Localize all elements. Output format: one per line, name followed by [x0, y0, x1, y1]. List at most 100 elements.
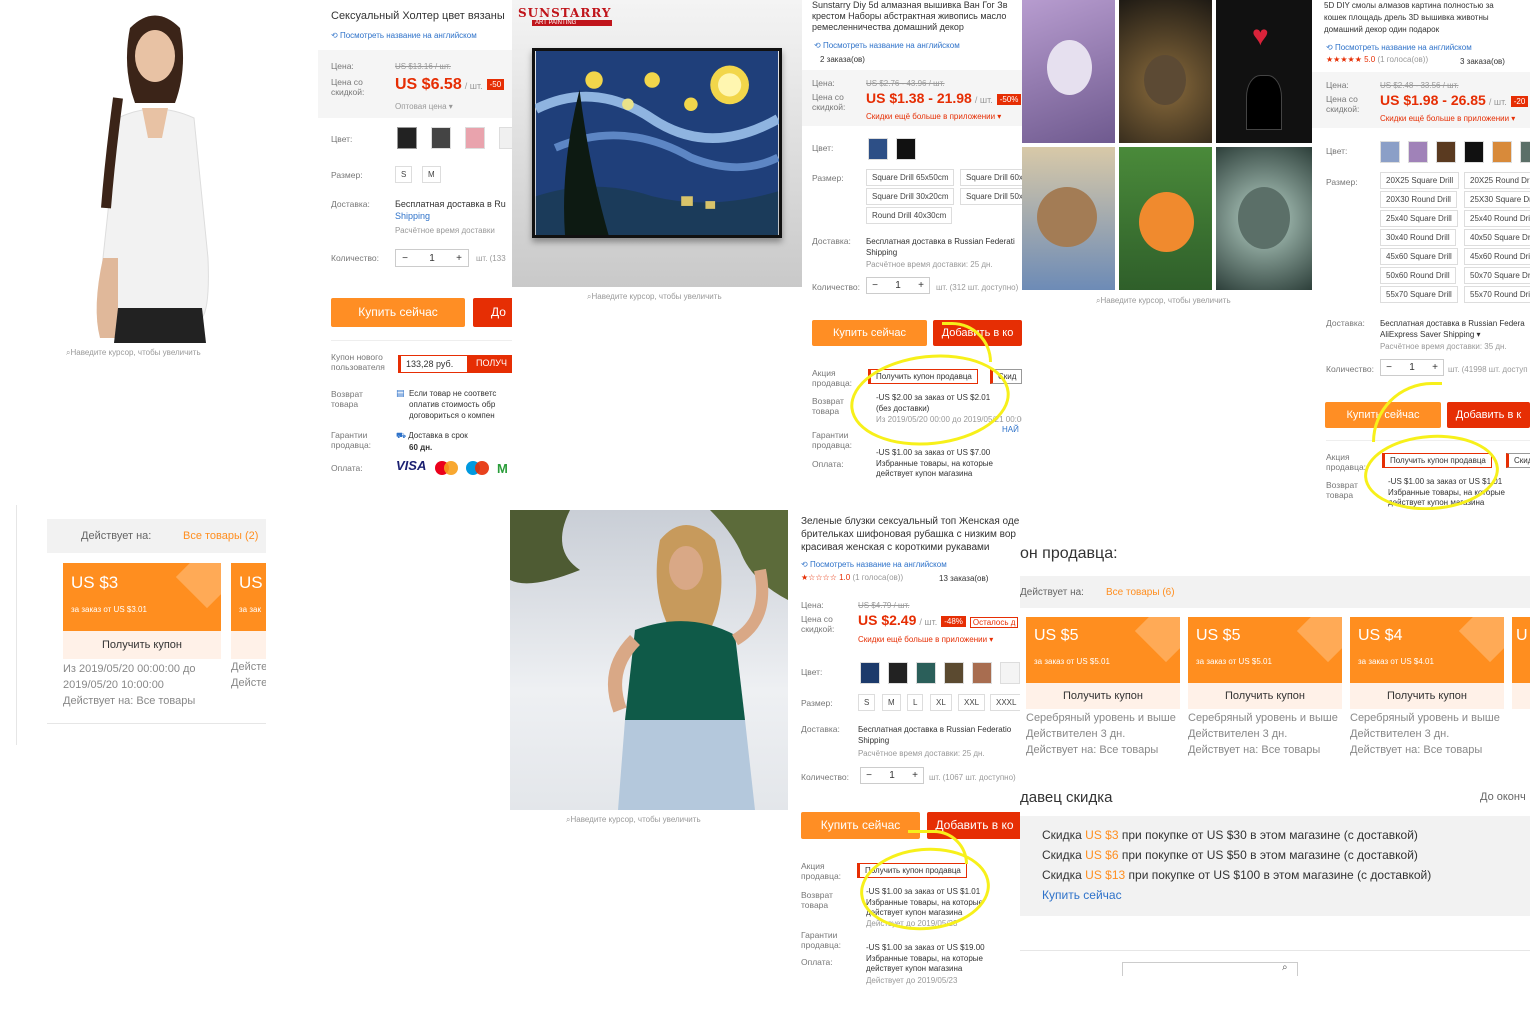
- cat-thumb-4[interactable]: [1022, 147, 1115, 290]
- quantity-stepper[interactable]: − 1 +: [860, 767, 924, 784]
- cat-thumb-6[interactable]: [1216, 147, 1312, 290]
- delivery-method[interactable]: Shipping: [858, 735, 889, 746]
- size-option-1[interactable]: Square Drill 65x50cm: [866, 169, 955, 186]
- color-swatch-dark[interactable]: [896, 138, 916, 160]
- buy-now-button[interactable]: Купить сейчас: [812, 320, 927, 346]
- applies-value-link[interactable]: Все товары (6): [1106, 587, 1175, 598]
- size-option-xxxl[interactable]: XXXL: [990, 694, 1022, 711]
- buy-now-button[interactable]: Купить сейчас: [331, 298, 465, 327]
- decrement-button[interactable]: −: [867, 280, 883, 291]
- color-swatch-olive[interactable]: [944, 662, 964, 684]
- size-option-2[interactable]: Square Drill 60x: [960, 169, 1022, 186]
- app-discount-link[interactable]: Скидки ещё больше в приложении ▾: [858, 634, 993, 645]
- product-image-green-top[interactable]: [510, 510, 788, 810]
- get-coupon-button-3[interactable]: Получить купон: [1350, 683, 1504, 709]
- translate-link[interactable]: ⟲ Посмотреть название на английском: [331, 30, 477, 41]
- size-option-12[interactable]: 50x70 Square Dri: [1464, 267, 1530, 284]
- size-option-9[interactable]: 45x60 Square Drill: [1380, 248, 1458, 265]
- size-option-5[interactable]: 25x40 Square Drill: [1380, 210, 1458, 227]
- size-option-3[interactable]: 20X30 Round Drill: [1380, 191, 1457, 208]
- size-option-l[interactable]: L: [907, 694, 924, 711]
- size-option-xl[interactable]: XL: [930, 694, 952, 711]
- search-icon[interactable]: ⌕: [1282, 962, 1288, 973]
- size-option-11[interactable]: 50x60 Round Drill: [1380, 267, 1456, 284]
- size-option-4[interactable]: 25X30 Square Dri: [1464, 191, 1530, 208]
- size-option-m[interactable]: M: [882, 694, 901, 711]
- color-swatch-5[interactable]: [1492, 141, 1512, 163]
- color-swatch-navy[interactable]: [860, 662, 880, 684]
- cat-thumb-5[interactable]: [1119, 147, 1212, 290]
- quantity-stepper[interactable]: − 1 +: [395, 249, 469, 267]
- size-option-8[interactable]: 40x50 Square Dri: [1464, 229, 1530, 246]
- increment-button[interactable]: +: [1427, 362, 1443, 373]
- decrement-button[interactable]: −: [396, 253, 414, 264]
- app-discount-link[interactable]: Скидки ещё больше в приложении ▾: [1380, 113, 1515, 124]
- delivery-method[interactable]: Shipping: [395, 211, 430, 222]
- color-swatch-teal[interactable]: [916, 662, 936, 684]
- size-option-xxl[interactable]: XXL: [958, 694, 986, 711]
- color-swatch-6[interactable]: [1520, 141, 1530, 163]
- decrement-button[interactable]: −: [1381, 362, 1397, 373]
- increment-button[interactable]: +: [907, 770, 923, 781]
- delivery-method[interactable]: Shipping: [866, 247, 897, 258]
- quantity-stepper[interactable]: − 1 +: [866, 277, 930, 294]
- color-swatch-4[interactable]: [1464, 141, 1484, 163]
- cat-thumb-2[interactable]: [1119, 0, 1212, 143]
- product-image-starry-night[interactable]: SUNSTARRY ART PAINTING: [512, 0, 802, 287]
- size-option-m[interactable]: M: [422, 166, 441, 183]
- color-swatch-white[interactable]: [499, 127, 512, 149]
- wholesale-price-link[interactable]: Оптовая цена ▾: [395, 101, 453, 112]
- color-swatch-pink[interactable]: [465, 127, 485, 149]
- size-option-6[interactable]: 25x40 Round Dri: [1464, 210, 1530, 227]
- product-image-sweater[interactable]: [70, 8, 240, 343]
- color-swatch-white[interactable]: [1000, 662, 1020, 684]
- translate-link[interactable]: ⟲ Посмотреть название на английском: [814, 40, 960, 51]
- store-discount-tab[interactable]: Скид: [1506, 453, 1530, 468]
- quantity-value[interactable]: 1: [414, 253, 450, 264]
- translate-link[interactable]: ⟲ Посмотреть название на английском: [801, 559, 947, 570]
- decrement-button[interactable]: −: [861, 770, 877, 781]
- add-to-cart-button[interactable]: До: [473, 298, 512, 327]
- app-discount-link[interactable]: Скидки ещё больше в приложении ▾: [866, 111, 1001, 122]
- size-option-7[interactable]: 30x40 Round Drill: [1380, 229, 1456, 246]
- cat-thumb-1[interactable]: [1022, 0, 1115, 143]
- quantity-value[interactable]: 1: [877, 770, 907, 781]
- get-coupon-button[interactable]: Получить купон: [63, 631, 221, 659]
- color-swatch-black[interactable]: [888, 662, 908, 684]
- get-coupon-button-partial[interactable]: [1512, 683, 1530, 709]
- size-option-s[interactable]: S: [395, 166, 413, 183]
- get-coupon-button-1[interactable]: Получить купон: [1026, 683, 1180, 709]
- size-option-s[interactable]: S: [858, 694, 876, 711]
- cat-thumb-3[interactable]: ♥: [1216, 0, 1312, 143]
- translate-link[interactable]: ⟲ Посмотреть название на английском: [1326, 42, 1472, 53]
- size-option-3[interactable]: Square Drill 30x20cm: [866, 188, 955, 205]
- applies-value-link[interactable]: Все товары (2): [183, 531, 258, 542]
- get-coupon-button-2[interactable]: Получить купон: [1188, 683, 1342, 709]
- quantity-value[interactable]: 1: [883, 280, 913, 291]
- size-option-2[interactable]: 20X25 Round Dri: [1464, 172, 1530, 189]
- color-swatch-1[interactable]: [1380, 141, 1400, 163]
- size-option-10[interactable]: 45x60 Round Dri: [1464, 248, 1530, 265]
- size-option-5[interactable]: Round Drill 40x30cm: [866, 207, 953, 224]
- color-swatch-brown[interactable]: [972, 662, 992, 684]
- color-swatch-painting[interactable]: [868, 138, 888, 160]
- size-option-14[interactable]: 55x70 Round Dri: [1464, 286, 1530, 303]
- quantity-value[interactable]: 1: [1397, 362, 1427, 373]
- size-option-1[interactable]: 20X25 Square Drill: [1380, 172, 1460, 189]
- size-option-4[interactable]: Square Drill 50x: [960, 188, 1022, 205]
- color-swatch-black[interactable]: [397, 127, 417, 149]
- buy-now-button[interactable]: Купить сейчас: [801, 812, 920, 839]
- search-input-partial[interactable]: [1122, 962, 1298, 976]
- color-swatch-2[interactable]: [1408, 141, 1428, 163]
- increment-button[interactable]: +: [913, 280, 929, 291]
- quantity-stepper[interactable]: − 1 +: [1380, 359, 1444, 376]
- size-option-13[interactable]: 55x70 Square Drill: [1380, 286, 1458, 303]
- coupon1-link[interactable]: НАЙ: [1002, 424, 1019, 435]
- delivery-method[interactable]: AliExpress Saver Shipping ▾: [1380, 329, 1481, 340]
- increment-button[interactable]: +: [450, 253, 468, 264]
- new-user-coupon-get[interactable]: ПОЛУЧ: [468, 355, 512, 373]
- discount-buy-link[interactable]: Купить сейчас: [1042, 889, 1122, 901]
- get-coupon-button-partial[interactable]: [231, 631, 266, 659]
- add-to-cart-button[interactable]: Добавить в к: [1447, 402, 1530, 428]
- color-swatch-3[interactable]: [1436, 141, 1456, 163]
